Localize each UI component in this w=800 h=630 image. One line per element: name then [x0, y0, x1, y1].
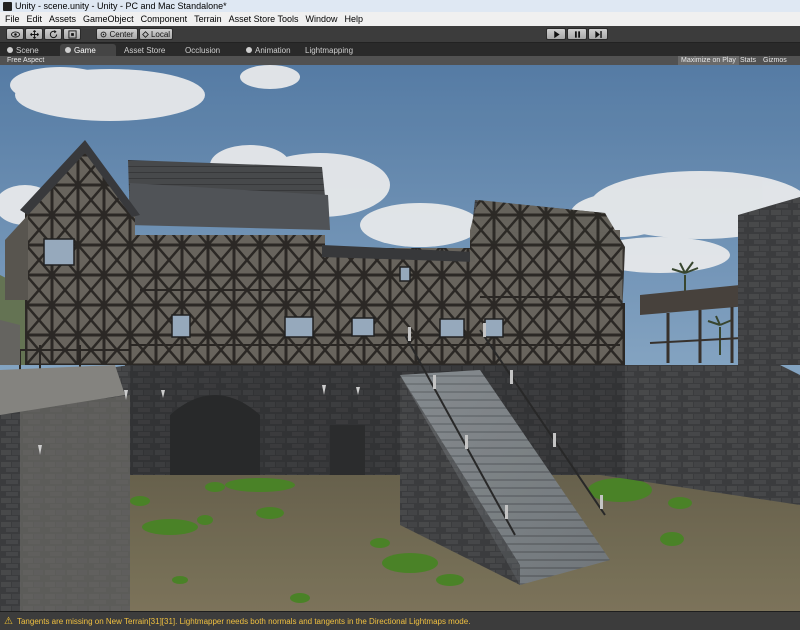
tab-asset-store[interactable]: Asset Store: [119, 44, 170, 56]
stats-toggle[interactable]: Stats: [737, 56, 759, 65]
tab-game-label: Game: [74, 45, 96, 55]
move-icon: [29, 29, 39, 39]
play-button[interactable]: [546, 28, 566, 40]
tab-scene-label: Scene: [16, 45, 39, 55]
game-view-controls: Free Aspect Maximize on Play Stats Gizmo…: [0, 56, 800, 65]
step-button[interactable]: [588, 28, 608, 40]
window-title: Unity - scene.unity - Unity - PC and Mac…: [15, 1, 227, 11]
pause-button[interactable]: [567, 28, 587, 40]
tab-scene[interactable]: Scene: [2, 44, 44, 56]
tab-occlusion[interactable]: Occlusion: [180, 44, 225, 56]
warning-icon: ⚠: [4, 615, 13, 627]
menu-bar: File Edit Assets GameObject Component Te…: [0, 12, 800, 26]
scene-icon: [7, 47, 13, 53]
menu-help[interactable]: Help: [343, 14, 369, 24]
maximize-on-play-toggle[interactable]: Maximize on Play: [678, 56, 739, 65]
rotate-tool-button[interactable]: [44, 28, 62, 40]
console-message: Tangents are missing on New Terrain[31][…: [16, 616, 471, 626]
scale-icon: [67, 29, 77, 39]
aspect-dropdown[interactable]: Free Aspect: [7, 56, 44, 65]
play-icon: [553, 30, 560, 38]
tab-asset-store-label: Asset Store: [124, 45, 166, 55]
animation-icon: [246, 47, 252, 53]
scene-render: [0, 65, 800, 611]
console-status-bar[interactable]: ⚠ Tangents are missing on New Terrain[31…: [0, 611, 800, 630]
main-toolbar: Center Local: [0, 26, 800, 43]
pivot-local-label: Local: [150, 29, 171, 39]
tab-lightmapping[interactable]: Lightmapping: [300, 44, 358, 56]
menu-window[interactable]: Window: [304, 14, 343, 24]
local-space-icon: [142, 30, 149, 38]
menu-edit[interactable]: Edit: [25, 14, 48, 24]
menu-component[interactable]: Component: [139, 14, 193, 24]
game-viewport[interactable]: [0, 65, 800, 611]
eye-icon: [10, 31, 20, 37]
pivot-icon: [101, 31, 107, 37]
tab-lightmapping-label: Lightmapping: [305, 45, 354, 55]
step-icon: [594, 30, 602, 38]
move-tool-button[interactable]: [25, 28, 43, 40]
menu-file[interactable]: File: [3, 14, 25, 24]
editor-tab-bar: Scene Game Asset Store Occlusion Animati…: [0, 43, 800, 56]
tab-game[interactable]: Game: [60, 44, 116, 56]
menu-assets[interactable]: Assets: [47, 14, 81, 24]
view-tool-button[interactable]: [6, 28, 24, 40]
tab-animation-label: Animation: [255, 45, 291, 55]
scale-tool-button[interactable]: [63, 28, 81, 40]
pivot-local-button[interactable]: Local: [139, 28, 173, 40]
gizmos-dropdown[interactable]: Gizmos: [760, 56, 790, 65]
tab-occlusion-label: Occlusion: [185, 45, 221, 55]
pivot-center-button[interactable]: Center: [96, 28, 138, 40]
menu-asset-store-tools[interactable]: Asset Store Tools: [227, 14, 304, 24]
pivot-center-label: Center: [109, 29, 134, 39]
rotate-icon: [49, 29, 57, 38]
window-title-bar: Unity - scene.unity - Unity - PC and Mac…: [0, 0, 800, 12]
menu-terrain[interactable]: Terrain: [192, 14, 227, 24]
game-icon: [65, 47, 71, 53]
unity-logo-icon: [3, 1, 12, 11]
pause-icon: [574, 30, 580, 38]
tab-animation[interactable]: Animation: [241, 44, 296, 56]
menu-gameobject[interactable]: GameObject: [81, 14, 139, 24]
